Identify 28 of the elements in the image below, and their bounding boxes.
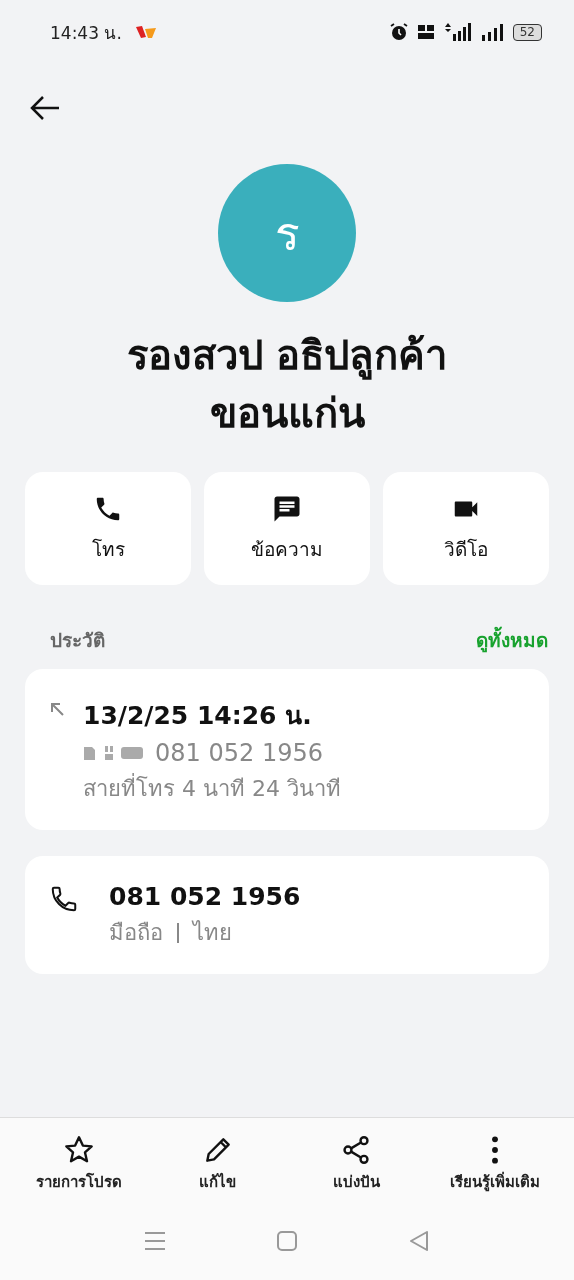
share-button[interactable]: แบ่งปัน [287,1134,426,1194]
app-logo-icon [135,26,156,38]
signal-icon [442,22,473,42]
status-time: 14:43 น. [50,21,122,45]
home-button[interactable] [276,1230,298,1252]
menu-button[interactable] [144,1230,166,1252]
contact-avatar: ร [218,164,356,302]
contact-name: รองสวป อธิปลูกค้า ขอนแก่น [125,331,449,438]
outgoing-call-icon [49,701,65,717]
call-log-card[interactable]: 13/2/25 14:26 น. 081 052 1956 สายที่โทร 4 นาที 24 วินาที [25,669,549,830]
call-button[interactable]: โทร [25,472,191,585]
alarm-icon [388,22,409,42]
phone-region: ไทย [193,919,232,947]
phone-icon [49,884,79,914]
edit-button[interactable]: แก้ไข [148,1134,287,1194]
call-datetime: 13/2/25 14:26 น. [83,700,313,732]
section-title: ประวัติ [50,628,105,653]
more-button[interactable]: เรียนรู้เพิ่มเติม [425,1134,564,1194]
back-nav-button[interactable] [408,1230,430,1252]
favorite-button[interactable]: รายการโปรด [10,1134,149,1194]
message-button[interactable]: ข้อความ [204,472,370,585]
phone-type: มือถือ [109,919,163,947]
call-duration: สายที่โทร 4 นาที 24 วินาที [83,771,341,806]
call-number: 081 052 1956 [155,739,323,767]
signal-icon [480,23,505,41]
phone-number: 081 052 1956 [109,882,301,911]
video-button[interactable]: วิดีโอ [383,472,549,585]
battery-level: 52 [512,23,542,41]
